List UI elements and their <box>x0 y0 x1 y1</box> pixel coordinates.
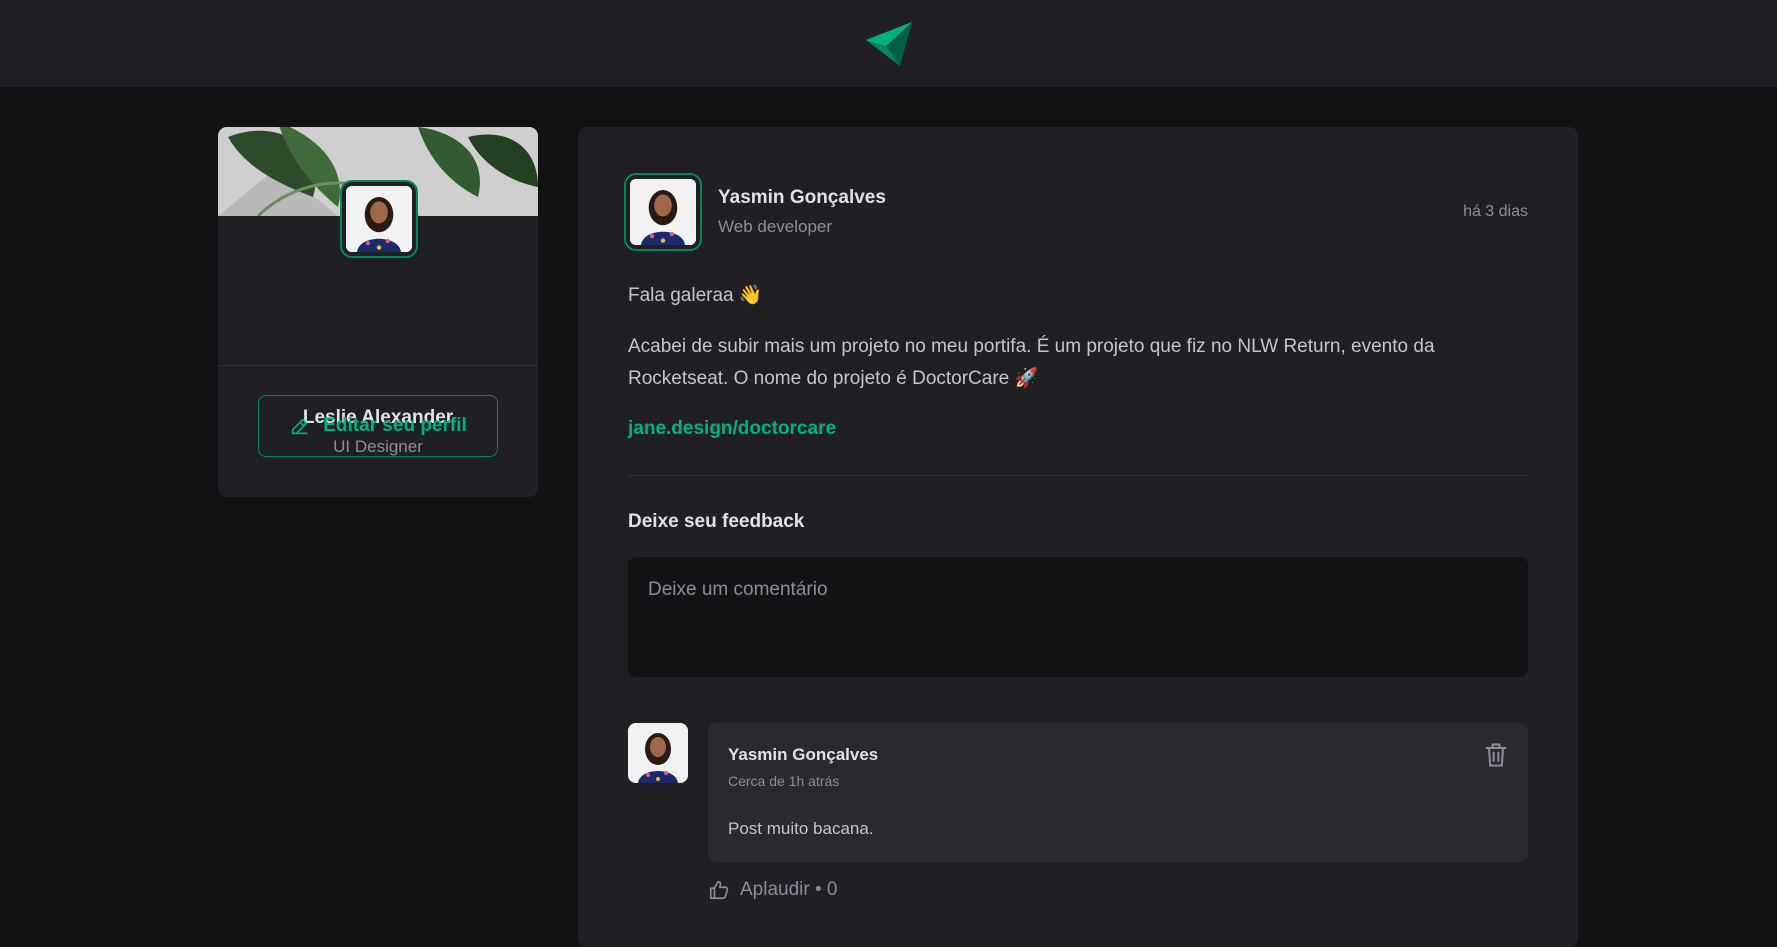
comment-text: Post muito bacana. <box>728 819 874 838</box>
applaud-label: Aplaudir • 0 <box>740 879 838 900</box>
paper-plane-logo-icon <box>865 21 912 66</box>
divider <box>628 475 1528 476</box>
divider <box>218 365 538 366</box>
delete-comment-button[interactable] <box>1482 741 1510 769</box>
top-header <box>0 0 1777 87</box>
post-greeting: Fala galeraa 👋 <box>628 285 763 306</box>
comment-author-name: Yasmin Gonçalves <box>728 745 879 764</box>
pencil-icon <box>292 418 308 435</box>
post-author-avatar[interactable] <box>624 173 702 251</box>
post-paragraph: Acabei de subir mais um projeto no meu p… <box>628 336 1435 389</box>
avatar-portrait <box>628 723 688 783</box>
edit-profile-label: Editar seu perfil <box>323 415 467 436</box>
comment-card: Yasmin Gonçalves Cerca de 1h atrás Post … <box>708 723 1528 862</box>
avatar-portrait <box>346 186 412 252</box>
post-card: Yasmin Gonçalves Web developer há 3 dias… <box>578 127 1578 947</box>
post-author-name: Yasmin Gonçalves <box>718 187 886 208</box>
profile-sidebar: Leslie Alexander UI Designer Editar seu … <box>218 127 538 497</box>
thumbs-up-icon <box>709 880 729 900</box>
avatar-portrait <box>630 179 696 245</box>
profile-avatar[interactable] <box>340 180 418 258</box>
trash-icon <box>1485 743 1507 767</box>
applaud-button[interactable]: Aplaudir • 0 <box>708 879 838 901</box>
post-time: há 3 dias <box>1463 203 1528 220</box>
comment-author-avatar[interactable] <box>628 723 688 783</box>
edit-profile-button[interactable]: Editar seu perfil <box>258 395 498 457</box>
comment-time: Cerca de 1h atrás <box>728 773 840 789</box>
post-author-role: Web developer <box>718 217 833 236</box>
feedback-title: Deixe seu feedback <box>628 511 805 532</box>
post-link[interactable]: jane.design/doctorcare <box>628 418 836 440</box>
comment-input[interactable] <box>628 557 1528 677</box>
